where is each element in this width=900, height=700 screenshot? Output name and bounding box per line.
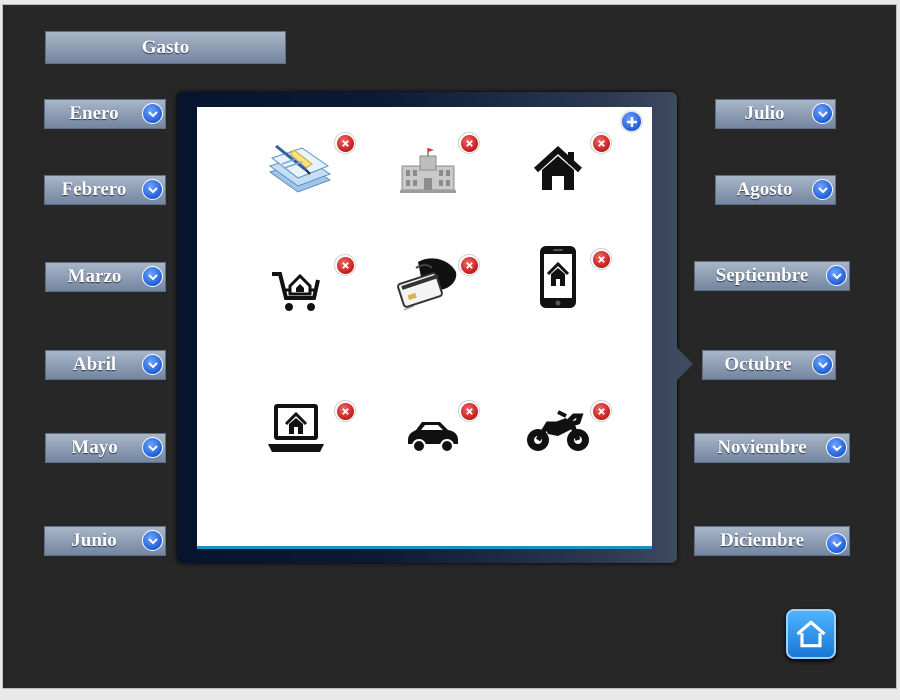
close-icon <box>592 402 610 420</box>
close-icon <box>460 256 478 274</box>
month-label: Agosto <box>736 179 793 200</box>
popup-pointer <box>677 348 693 380</box>
close-icon <box>460 134 478 152</box>
chevron-down-icon[interactable] <box>812 354 833 375</box>
month-label: Noviembre <box>717 437 807 458</box>
chevron-down-icon[interactable] <box>812 103 833 124</box>
chevron-down-icon[interactable] <box>142 179 163 200</box>
month-button-junio[interactable]: Junio <box>44 526 166 556</box>
chevron-down-icon[interactable] <box>142 530 163 551</box>
month-button-septiembre[interactable]: Septiembre <box>694 261 850 291</box>
delete-category-button[interactable] <box>334 400 356 422</box>
month-label: Marzo <box>67 266 122 287</box>
chevron-down-icon[interactable] <box>142 437 163 458</box>
laptop-home-icon <box>268 404 324 452</box>
month-button-mayo[interactable]: Mayo <box>45 433 166 463</box>
category-shopping[interactable] <box>258 252 338 332</box>
month-label: Abril <box>72 354 117 375</box>
section-title: Gasto <box>45 31 286 64</box>
close-icon <box>336 134 354 152</box>
month-button-agosto[interactable]: Agosto <box>715 175 836 205</box>
month-button-marzo[interactable]: Marzo <box>45 262 166 292</box>
month-label: Julio <box>744 103 785 124</box>
government-building-icon <box>400 148 456 193</box>
month-button-julio[interactable]: Julio <box>715 99 836 129</box>
plus-icon <box>626 116 637 127</box>
month-button-noviembre[interactable]: Noviembre <box>694 433 850 463</box>
close-icon <box>336 256 354 274</box>
home-button[interactable] <box>786 609 836 659</box>
chevron-down-icon[interactable] <box>826 265 847 286</box>
month-label: Febrero <box>61 179 127 200</box>
close-icon <box>592 250 610 268</box>
house-icon <box>533 145 583 190</box>
phone-home-icon <box>540 246 576 308</box>
motorcycle-icon <box>527 410 589 451</box>
chevron-down-icon[interactable] <box>826 533 847 554</box>
delete-category-button[interactable] <box>590 400 612 422</box>
month-label: Diciembre <box>719 530 805 551</box>
documents-icon <box>268 144 332 193</box>
category-motorcycle[interactable] <box>518 390 598 470</box>
delete-category-button[interactable] <box>590 132 612 154</box>
category-documents[interactable] <box>262 132 342 212</box>
shopping-cart-home-icon <box>272 272 320 311</box>
category-laptop[interactable] <box>256 390 336 470</box>
home-icon <box>796 620 826 648</box>
month-button-octubre[interactable]: Octubre <box>702 350 836 380</box>
delete-category-button[interactable] <box>334 254 356 276</box>
delete-category-button[interactable] <box>458 132 480 154</box>
delete-category-button[interactable] <box>590 248 612 270</box>
category-phone[interactable] <box>518 240 598 320</box>
close-icon <box>460 402 478 420</box>
category-government[interactable] <box>388 132 468 212</box>
chevron-down-icon[interactable] <box>142 103 163 124</box>
month-label: Septiembre <box>715 265 809 286</box>
month-label: Junio <box>71 530 117 551</box>
delete-category-button[interactable] <box>458 400 480 422</box>
delete-category-button[interactable] <box>458 254 480 276</box>
close-icon <box>336 402 354 420</box>
category-credit-card[interactable] <box>388 248 468 328</box>
chevron-down-icon[interactable] <box>142 266 163 287</box>
close-icon <box>592 134 610 152</box>
category-house[interactable] <box>518 132 598 212</box>
section-title-label: Gasto <box>141 36 190 58</box>
month-button-diciembre[interactable]: Diciembre <box>694 526 850 556</box>
month-label: Enero <box>69 103 119 124</box>
month-button-enero[interactable]: Enero <box>44 99 166 129</box>
month-label: Mayo <box>71 437 118 458</box>
month-button-abril[interactable]: Abril <box>45 350 166 380</box>
delete-category-button[interactable] <box>334 132 356 154</box>
chevron-down-icon[interactable] <box>142 354 163 375</box>
add-category-button[interactable] <box>620 110 643 133</box>
chevron-down-icon[interactable] <box>812 179 833 200</box>
month-button-febrero[interactable]: Febrero <box>44 175 166 205</box>
chevron-down-icon[interactable] <box>826 437 847 458</box>
credit-card-hand-icon <box>397 258 457 311</box>
month-label: Octubre <box>724 354 792 375</box>
